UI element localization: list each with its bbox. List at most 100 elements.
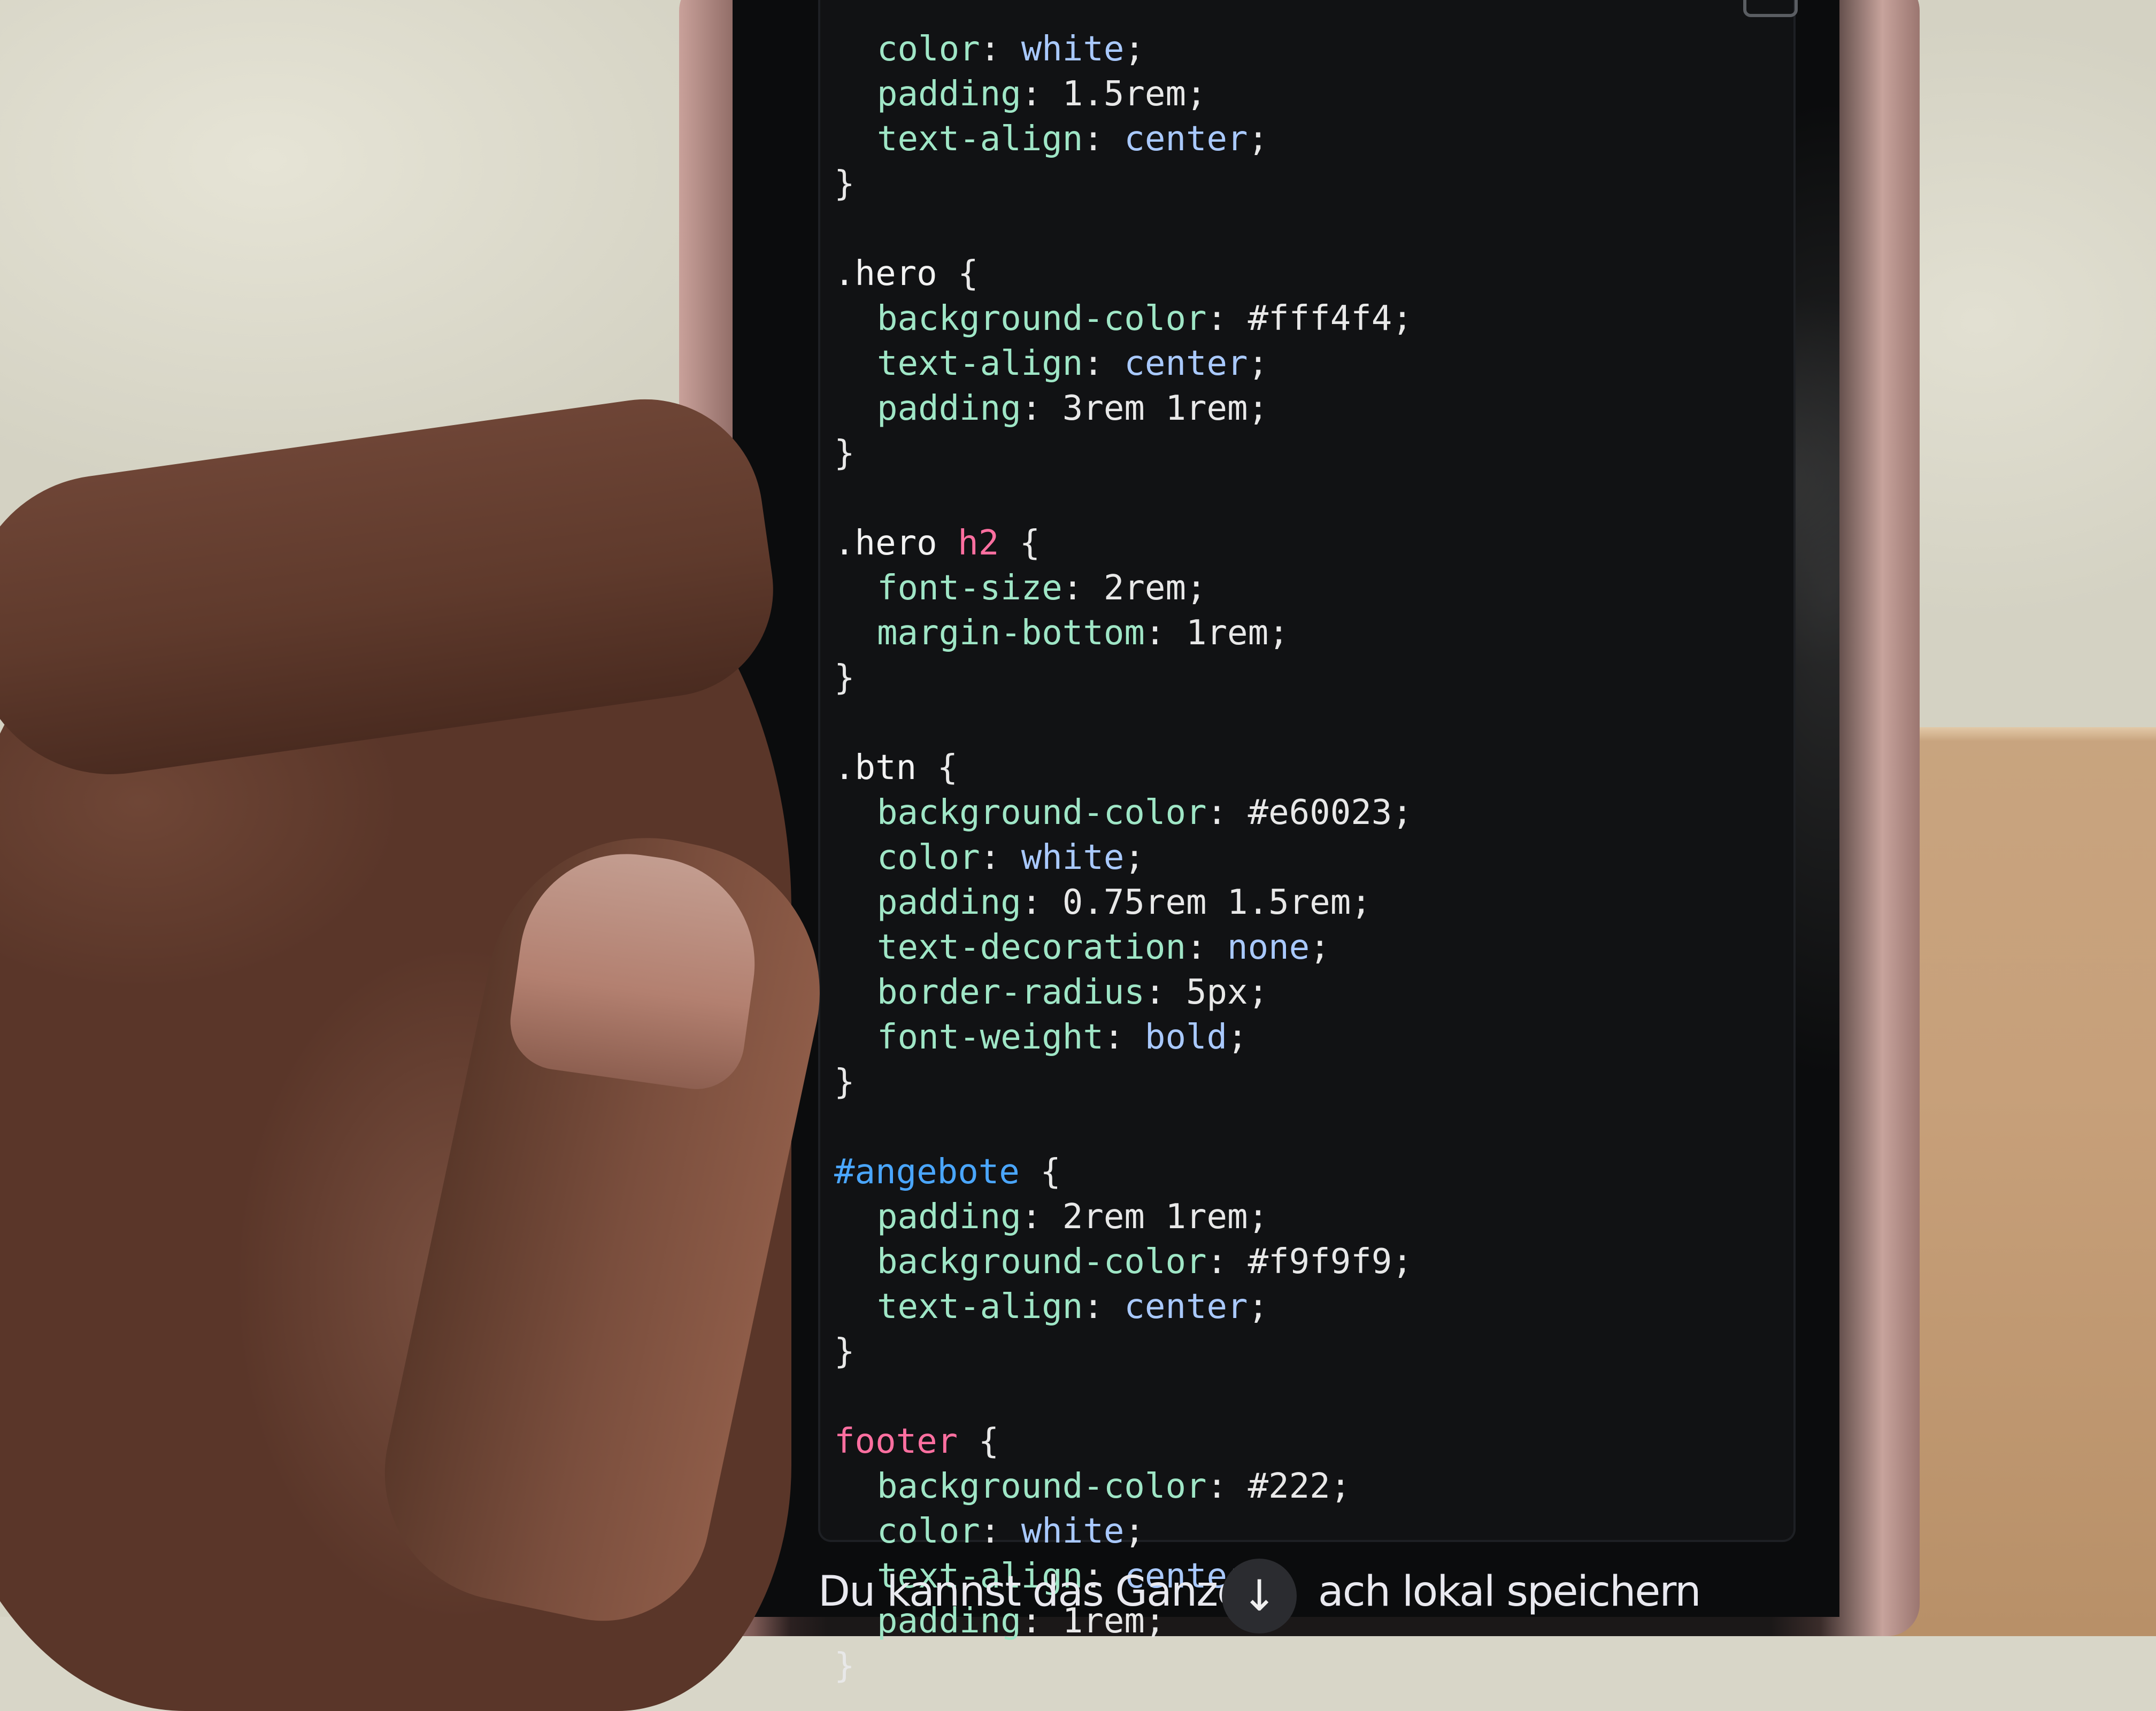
code-line: } [834,161,1413,206]
code-token: { [937,254,979,294]
code-token: 0.75rem 1.5rem [1062,883,1351,922]
code-token: { [958,1422,999,1461]
code-token: : [1021,74,1062,114]
code-token: : [980,838,1021,877]
code-token: padding [877,389,1021,428]
code-token: #angebote [834,1152,1020,1192]
code-token: : [1206,299,1248,338]
code-token: ; [1351,883,1372,922]
code-token: : [1144,613,1186,653]
code-token: } [834,434,855,473]
code-token: } [834,658,855,698]
code-token: ; [1248,344,1269,383]
code-token: : [1083,1287,1125,1327]
code-token: .hero [834,523,958,563]
code-line: background-color: #222; [834,1464,1413,1509]
code-token: : [980,1512,1021,1551]
code-token: : [1083,344,1125,383]
code-token: 2rem [1103,568,1186,608]
code-token: white [1021,1512,1125,1551]
code-line: padding: 2rem 1rem; [834,1194,1413,1239]
scroll-down-button[interactable]: ↓ [1222,1559,1297,1633]
code-line: } [834,1329,1413,1374]
code-token: ; [1185,74,1207,114]
code-token: ; [1310,928,1330,967]
code-token: .btn [834,748,917,788]
code-line: background-color: #f9f9f9; [834,1239,1413,1284]
code-token: : [1021,389,1062,428]
code-line: font-size: 2rem; [834,566,1413,611]
code-token: { [917,748,958,788]
copy-icon[interactable] [1743,0,1798,17]
code-line: padding: 0.75rem 1.5rem; [834,880,1413,925]
code-line: color: white; [834,27,1413,72]
code-line: font-weight: bold; [834,1015,1413,1060]
code-token: 1rem [1185,613,1269,653]
code-token: background-color [877,299,1207,338]
code-line: text-decoration: none; [834,925,1413,970]
code-token: border-radius [877,973,1145,1012]
arrow-down-icon: ↓ [1241,1571,1277,1621]
code-token: } [834,1332,855,1371]
code-line: } [834,656,1413,700]
code-token: : [1206,793,1248,833]
code-line: footer { [834,1419,1413,1464]
code-token: padding [877,1197,1021,1237]
code-token: background-color [877,1242,1207,1282]
message-text-after: ach lokal speichern [1318,1568,1701,1616]
code-line: #angebote { [834,1150,1413,1194]
code-token: white [1021,838,1125,877]
code-token: padding [877,883,1021,922]
code-token: text-align [877,119,1083,159]
code-token: ; [1392,299,1413,338]
code-token: } [834,1646,855,1686]
code-token: #222 [1248,1467,1330,1506]
code-token: ; [1392,793,1413,833]
code-line: text-align: center; [834,1284,1413,1329]
code-token: ; [1248,1197,1269,1237]
code-token: : [1144,973,1186,1012]
code-token: color [877,838,980,877]
code-token: : [1103,1018,1145,1057]
code-line: margin-bottom: 1rem; [834,611,1413,656]
code-token: h2 [958,523,999,563]
code-token: color [877,1512,980,1551]
code-token: none [1227,928,1310,967]
code-line: } [834,1060,1413,1105]
code-token: font-weight [877,1018,1104,1057]
code-token: text-align [877,1287,1083,1327]
code-line: padding: 1.5rem; [834,72,1413,117]
code-token: color [877,29,980,69]
code-token: : [1206,1242,1248,1282]
code-token: ; [1392,1242,1413,1282]
code-line: .hero { [834,251,1413,296]
code-token: : [1021,883,1062,922]
code-token: ; [1124,838,1145,877]
code-token: : [1185,928,1228,967]
code-token: ; [1227,1018,1248,1057]
code-token: ; [1185,568,1207,608]
css-code: color: white; padding: 1.5rem; text-align:… [834,27,1413,1689]
code-token: ; [1248,119,1269,159]
code-token: #e60023 [1248,793,1392,833]
code-token: font-size [877,568,1062,608]
code-line: background-color: #fff4f4; [834,296,1413,341]
code-token: 5px [1185,973,1248,1012]
code-token: ; [1248,973,1269,1012]
code-token: { [999,523,1041,563]
code-token: background-color [877,1467,1207,1506]
code-token: : [1062,568,1104,608]
code-line: text-align: center; [834,117,1413,161]
code-line: padding: 3rem 1rem; [834,386,1413,431]
code-token: center [1124,344,1248,383]
code-token: { [1019,1152,1061,1192]
code-line: } [834,1644,1413,1689]
code-token: padding [877,74,1021,114]
code-token: ; [1248,1287,1269,1327]
code-line: color: white; [834,1509,1413,1554]
